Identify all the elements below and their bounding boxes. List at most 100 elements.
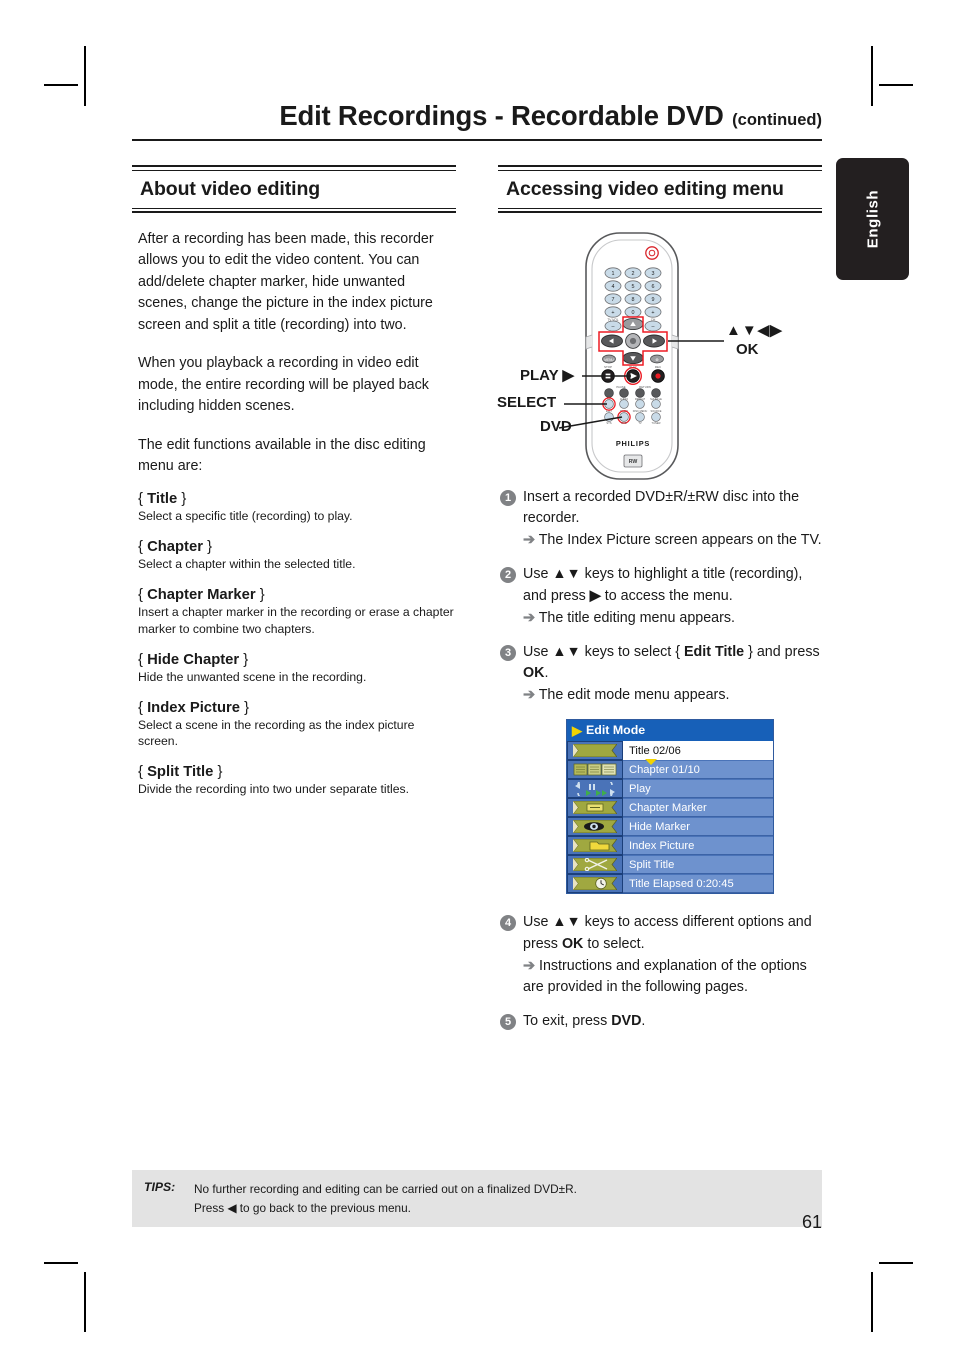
svg-text:SHUFFLE: SHUFFLE (650, 397, 662, 401)
step-1: 1 Insert a recorded DVD±R/±RW disc into … (500, 487, 822, 551)
remote-callout-play: PLAY ▶ (520, 367, 575, 384)
banner-plain-icon (567, 741, 623, 761)
osd-label-title: Title 02/06 (623, 741, 773, 761)
svg-text:+: + (651, 310, 654, 316)
page-title: Edit Recordings - Recordable DVD (279, 100, 724, 131)
svg-text:REC: REC (655, 365, 662, 369)
step-2-arrow-glyph: ▶ (589, 587, 601, 604)
book-pages-icon (567, 760, 623, 780)
step-2: 2 Use ▲▼ keys to highlight a title (reco… (500, 564, 822, 628)
osd-row-hide-marker[interactable]: Hide Marker (567, 817, 773, 837)
step-4-body: Use ▲▼ keys to access different options … (523, 912, 822, 998)
definition-desc-hide-chapter: Hide the unwanted scene in the recording… (138, 669, 367, 684)
osd-label-title-elapsed: Title Elapsed 0:20:45 (623, 874, 773, 894)
crop-mark-bottom-left-vertical (84, 1272, 86, 1332)
edit-function-definitions: { Title } Select a specific title (recor… (132, 491, 456, 798)
two-column-layout: About video editing After a recording ha… (132, 165, 822, 1045)
step-1-result: ➔ The Index Picture screen appears on th… (523, 532, 822, 549)
svg-text:–: – (612, 324, 615, 330)
osd-label-play: Play (623, 779, 773, 799)
osd-header: ▶ Edit Mode (567, 720, 773, 742)
step-2-number: 2 (500, 567, 516, 584)
step-3-body: Use ▲▼ keys to select { Edit Title } and… (523, 642, 822, 706)
step-1-number: 1 (500, 490, 516, 506)
step-2-result: ➔ The title editing menu appears. (523, 609, 736, 626)
osd-row-play[interactable]: Play (567, 779, 773, 799)
osd-row-index-picture[interactable]: Index Picture (567, 836, 773, 856)
svg-text:STOP: STOP (604, 365, 612, 369)
section-heading-about: About video editing (140, 177, 321, 200)
svg-text:6: 6 (652, 284, 655, 290)
result-arrow-icon: ➔ (523, 532, 535, 549)
page-title-row: Edit Recordings - Recordable DVD (contin… (132, 100, 822, 136)
step-3-text-post: . (544, 665, 549, 682)
about-video-editing-heading-block: About video editing (132, 165, 456, 213)
step-5-number: 5 (500, 1014, 516, 1031)
step-3-result: ➔ The edit mode menu appears. (523, 687, 730, 704)
svg-text:2: 2 (632, 271, 635, 277)
banner-clock-icon (567, 874, 623, 894)
osd-row-title-elapsed[interactable]: Title Elapsed 0:20:45 (567, 874, 773, 894)
svg-text:3: 3 (652, 271, 655, 277)
remote-control-illustration: 123 456 789 +0 + TV VOL CH – – MENU ⊗ ST… (497, 229, 822, 487)
step-1-text: Insert a recorded DVD±R/±RW disc into th… (523, 489, 800, 527)
definition-desc-split-title: Divide the recording into two under sepa… (138, 782, 409, 797)
step-1-body: Insert a recorded DVD±R/±RW disc into th… (523, 487, 822, 551)
definition-desc-chapter: Select a chapter within the selected tit… (138, 557, 356, 572)
heading-rule-bottom (132, 207, 456, 213)
step-3-bold-ok: OK (523, 665, 545, 682)
definition-term-chapter: { Chapter } (138, 539, 213, 556)
step-4-bold-ok: OK (561, 935, 584, 952)
osd-header-chevron-icon: ▶ (572, 722, 582, 738)
page-content: Edit Recordings - Recordable DVD (contin… (132, 100, 822, 1045)
about-paragraph-3: The edit functions available in the disc… (138, 436, 426, 474)
definition-term-hide-chapter: { Hide Chapter } (138, 651, 249, 668)
crop-mark-top-right-vertical (871, 46, 873, 106)
step-3-number: 3 (500, 644, 516, 661)
step-3: 3 Use ▲▼ keys to select { Edit Title } a… (500, 642, 822, 706)
language-tab-label: English (864, 189, 881, 249)
section-heading-accessing: Accessing video editing menu (506, 177, 784, 200)
step-3-text-mid: } and press (744, 643, 820, 660)
svg-text:DVD: DVD (621, 421, 627, 425)
svg-text:5: 5 (632, 284, 635, 290)
svg-text:8: 8 (632, 297, 635, 303)
definition-desc-title: Select a specific title (recording) to p… (138, 509, 353, 524)
svg-text:SYS: SYS (606, 421, 611, 425)
banner-eye-icon (567, 817, 623, 837)
page-number: 61 (801, 1212, 822, 1232)
tips-line-1: No further recording and editing can be … (194, 1182, 577, 1196)
banner-scissors-icon (567, 855, 623, 875)
osd-label-index-picture: Index Picture (623, 836, 773, 856)
left-column: About video editing After a recording ha… (132, 165, 456, 1045)
crop-mark-bottom-right-horizontal (879, 1262, 913, 1264)
step-2-text-post: to access the menu. (600, 587, 733, 604)
result-arrow-icon: ➔ (523, 609, 535, 626)
step-5-bold-dvd: DVD (611, 1013, 642, 1030)
definition-desc-index-picture: Select a scene in the recording as the i… (138, 717, 415, 749)
osd-row-chapter-marker[interactable]: Chapter Marker (567, 798, 773, 818)
svg-text:+: + (611, 310, 614, 316)
remote-control-svg: 123 456 789 +0 + TV VOL CH – – MENU ⊗ ST… (558, 232, 724, 480)
result-arrow-icon: ➔ (523, 957, 535, 974)
definition-desc-chapter-marker: Insert a chapter marker in the recording… (138, 605, 454, 636)
step-4: 4 Use ▲▼ keys to access different option… (500, 912, 822, 998)
step-5-text-pre: To exit, press (523, 1013, 612, 1030)
svg-text:1: 1 (612, 271, 615, 277)
remote-callout-ok: OK (736, 341, 759, 358)
svg-text:0: 0 (632, 310, 635, 316)
step-5-text-post: . (641, 1013, 646, 1030)
crop-mark-top-left-horizontal (44, 84, 78, 86)
osd-row-split-title[interactable]: Split Title (567, 855, 773, 875)
page-title-continued: (continued) (732, 111, 822, 129)
osd-row-chapter[interactable]: Chapter 01/10 (567, 760, 773, 780)
osd-row-title[interactable]: Title 02/06 (567, 741, 773, 766)
banner-marker-icon (567, 798, 623, 818)
edit-mode-osd-menu: ▶ Edit Mode Title 02/06 Chapter 01/10 Pl… (566, 719, 774, 895)
step-5: 5 To exit, press DVD. (500, 1011, 822, 1032)
banner-folder-icon (567, 836, 623, 856)
step-4-number: 4 (500, 915, 516, 932)
step-3-bold-edit-title: Edit Title (684, 643, 745, 660)
crop-mark-top-right-horizontal (879, 84, 913, 86)
step-4-text-post: to select. (583, 935, 645, 952)
